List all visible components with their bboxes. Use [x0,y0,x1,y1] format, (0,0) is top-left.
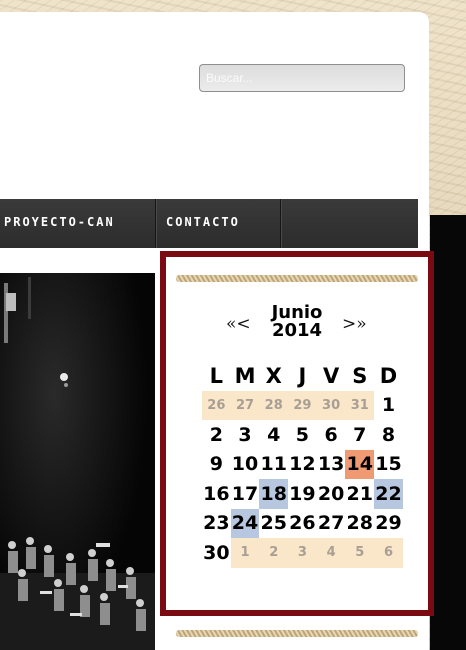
calendar-header: «< Junio 2014 >» [166,299,428,343]
nav-item-contacto[interactable]: CONTACTO [166,199,240,248]
calendar-day[interactable]: 27 [317,509,346,539]
weekday-label: J [298,363,307,388]
calendar-day[interactable]: 3 [231,420,260,450]
calendar-grid: L M X J V S D 26 27 28 29 30 31 1 2 3 4 … [202,361,403,568]
calendar-day[interactable]: 12 [288,450,317,480]
search-input[interactable] [199,64,405,92]
calendar-day[interactable]: 15 [374,450,403,480]
weekday-label: S [352,363,368,388]
weekday-label: M [234,363,256,388]
calendar-week-row: 9 10 11 12 13 14 15 [202,449,403,480]
nav-divider [155,199,156,248]
calendar-day[interactable]: 27 [230,390,260,420]
calendar-day[interactable]: 19 [288,479,317,509]
calendar-day[interactable]: 13 [317,450,346,480]
calendar-week-row: 2 3 4 5 6 7 8 [202,420,402,450]
calendar-day[interactable]: 4 [259,420,288,450]
band-concert-photo [0,273,155,650]
calendar-widget: «< Junio 2014 >» L M X J V S D 26 27 28 … [160,251,434,616]
band-photo-image [0,273,155,650]
calendar-week-row: 30 1 2 3 4 5 6 [202,538,403,568]
calendar-day[interactable]: 2 [202,420,231,450]
calendar-day[interactable]: 11 [259,450,288,480]
calendar-weeks: 26 27 28 29 30 31 1 2 3 4 5 6 7 8 9 10 1… [202,390,403,568]
calendar-day[interactable]: 25 [259,509,288,539]
calendar-day-today[interactable]: 14 [345,449,375,479]
weekday-label: D [379,363,398,388]
calendar-day[interactable]: 2 [259,538,289,568]
calendar-day[interactable]: 28 [259,390,289,420]
calendar-day[interactable]: 28 [345,509,374,539]
calendar-day[interactable]: 29 [374,509,403,539]
calendar-day[interactable]: 30 [316,390,346,420]
nav-divider [280,199,281,248]
calendar-day-event[interactable]: 18 [259,479,289,509]
calendar-day[interactable]: 6 [317,420,346,450]
calendar-day[interactable]: 3 [288,538,317,568]
calendar-day[interactable]: 26 [202,390,231,420]
calendar-day[interactable]: 16 [202,479,231,509]
calendar-day[interactable]: 1 [374,391,403,421]
calendar-day[interactable]: 31 [345,390,375,420]
calendar-day-event[interactable]: 22 [374,479,403,509]
calendar-day[interactable]: 7 [345,420,374,450]
calendar-day[interactable]: 23 [202,509,231,539]
weekday-label: X [265,363,282,388]
page-edge-dark [430,215,466,650]
calendar-day[interactable]: 1 [230,538,260,568]
calendar-week-row: 23 24 25 26 27 28 29 [202,508,403,539]
calendar-day-event[interactable]: 24 [230,508,260,538]
calendar-day[interactable]: 20 [317,479,346,509]
calendar-weekday-row: L M X J V S D [202,361,402,391]
calendar-year: 2014 [271,320,323,341]
calendar-week-row: 26 27 28 29 30 31 1 [202,390,403,421]
calendar-day[interactable]: 4 [316,538,346,568]
calendar-week-row: 16 17 18 19 20 21 22 [202,479,403,509]
nav-item-proyecto-can[interactable]: PROYECTO-CAN [4,199,115,248]
main-navigation: PROYECTO-CAN CONTACTO [0,199,418,248]
calendar-day[interactable]: 8 [374,420,403,450]
calendar-day[interactable]: 10 [231,450,260,480]
calendar-day[interactable]: 17 [231,479,260,509]
rope-divider-top [176,275,418,282]
calendar-day[interactable]: 5 [288,420,317,450]
weekday-label: L [209,363,224,388]
calendar-day[interactable]: 29 [288,390,317,420]
calendar-day[interactable]: 6 [374,538,403,568]
calendar-day[interactable]: 30 [202,538,231,568]
calendar-day[interactable]: 9 [202,450,231,480]
calendar-day[interactable]: 5 [345,538,375,568]
weekday-label: V [322,363,340,388]
calendar-day[interactable]: 21 [345,479,374,509]
calendar-next-button[interactable]: >» [342,314,367,334]
rope-divider-bottom [176,630,418,637]
calendar-day[interactable]: 26 [288,509,317,539]
